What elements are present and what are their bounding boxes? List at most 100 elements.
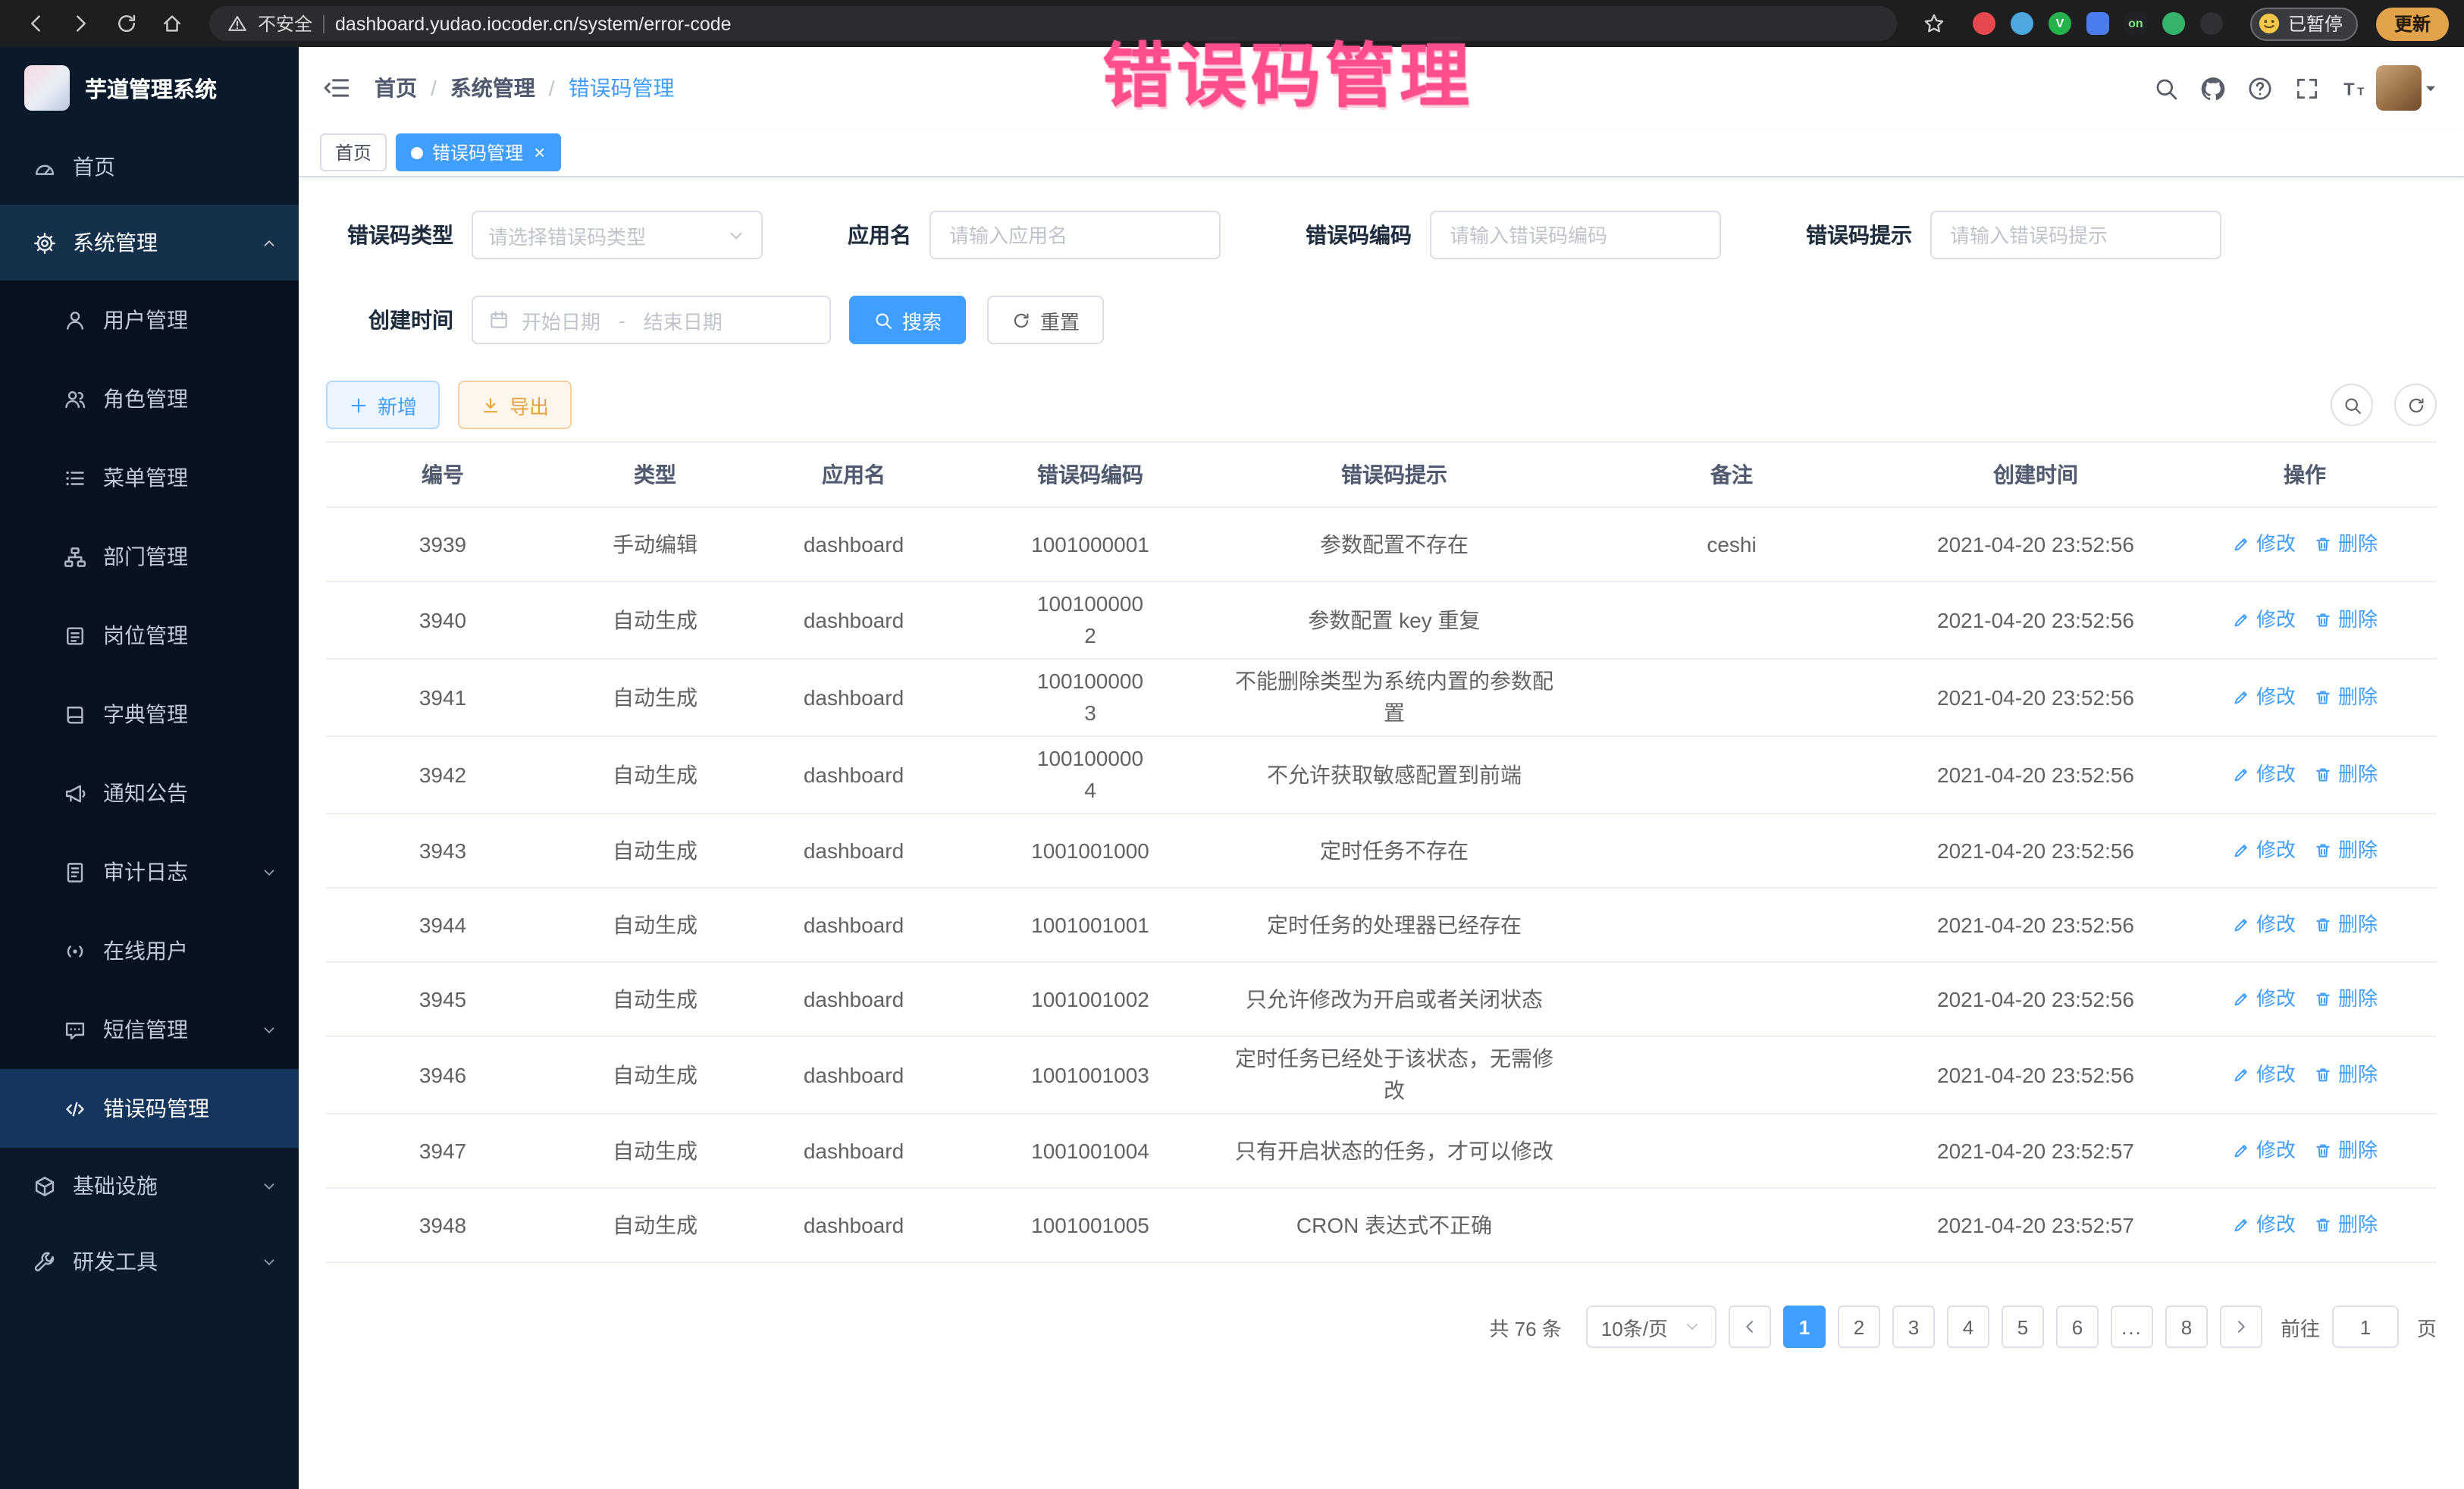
bookmark-button[interactable]: [1915, 4, 1955, 43]
reset-button[interactable]: 重置: [987, 296, 1104, 344]
page-jump-input[interactable]: [2332, 1306, 2399, 1348]
sidebar-item-post[interactable]: 岗位管理: [0, 596, 299, 675]
sidebar-item-sms[interactable]: 短信管理: [0, 990, 299, 1069]
page-5[interactable]: 5: [2002, 1306, 2044, 1348]
page-6[interactable]: 6: [2056, 1306, 2099, 1348]
app-logo[interactable]: 芋道管理系统: [0, 47, 299, 129]
sidebar-item-home[interactable]: 首页: [0, 129, 299, 205]
edit-link[interactable]: 修改: [2232, 911, 2296, 940]
sidebar-item-system[interactable]: 系统管理: [0, 205, 299, 281]
avatar[interactable]: [2376, 65, 2422, 111]
sidebar-item-dev-tool[interactable]: 研发工具: [0, 1224, 299, 1299]
add-button[interactable]: 新增: [326, 381, 440, 429]
sidebar-item-menu[interactable]: 菜单管理: [0, 438, 299, 517]
edit-link[interactable]: 修改: [2232, 836, 2296, 866]
sidebar-item-role[interactable]: 角色管理: [0, 359, 299, 438]
page-3[interactable]: 3: [1892, 1306, 1935, 1348]
pager-more[interactable]: ...: [2111, 1306, 2153, 1348]
ext-icon-check[interactable]: V: [2049, 12, 2071, 35]
page-1[interactable]: 1: [1783, 1306, 1826, 1348]
delete-link[interactable]: 删除: [2314, 1061, 2378, 1090]
page-size-select[interactable]: 10条/页: [1586, 1306, 1716, 1348]
ext-icon-leaf[interactable]: [2162, 12, 2185, 35]
next-page-button[interactable]: [2220, 1306, 2262, 1348]
chevron-down-icon: [261, 864, 277, 880]
ext-icon-pin[interactable]: [2200, 12, 2223, 35]
close-icon[interactable]: ×: [534, 143, 545, 162]
font-size-button[interactable]: TT: [2341, 75, 2367, 101]
edit-link[interactable]: 修改: [2232, 985, 2296, 1014]
edit-icon: [2232, 1142, 2250, 1160]
cell-actions: 修改删除: [2173, 677, 2437, 719]
delete-link[interactable]: 删除: [2314, 1211, 2378, 1240]
delete-link[interactable]: 删除: [2314, 530, 2378, 560]
show-search-button[interactable]: [2331, 384, 2373, 426]
tab-错误码管理[interactable]: 错误码管理×: [396, 133, 560, 171]
ext-icon-translate[interactable]: on: [2124, 12, 2147, 35]
address-bar[interactable]: 不安全 dashboard.yudao.iocoder.cn/system/er…: [209, 6, 1897, 41]
reload-button[interactable]: [106, 4, 146, 43]
sidebar-item-dict[interactable]: 字典管理: [0, 675, 299, 754]
sidebar-item-audit-log[interactable]: 审计日志: [0, 832, 299, 911]
page-2[interactable]: 2: [1838, 1306, 1880, 1348]
date-range-picker[interactable]: 开始日期 - 结束日期: [472, 296, 831, 344]
delete-link[interactable]: 删除: [2314, 606, 2378, 635]
app-name-input[interactable]: [929, 211, 1221, 259]
error-code-input[interactable]: [1430, 211, 1721, 259]
breadcrumb-home[interactable]: 首页: [375, 73, 417, 103]
prev-page-button[interactable]: [1729, 1306, 1771, 1348]
tab-首页[interactable]: 首页: [320, 133, 387, 171]
chevron-down-icon: [261, 1253, 277, 1270]
refresh-table-button[interactable]: [2394, 384, 2437, 426]
delete-link[interactable]: 删除: [2314, 911, 2378, 940]
github-button[interactable]: [2200, 75, 2226, 101]
arrow-left-icon: [1741, 1318, 1759, 1336]
help-button[interactable]: [2247, 75, 2273, 101]
fullscreen-button[interactable]: [2294, 75, 2320, 101]
submenu-system: 用户管理角色管理菜单管理部门管理岗位管理字典管理通知公告审计日志在线用户短信管理…: [0, 281, 299, 1148]
sidebar-item-user[interactable]: 用户管理: [0, 281, 299, 359]
update-button[interactable]: 更新: [2376, 7, 2449, 40]
forward-button[interactable]: [61, 4, 100, 43]
error-hint-input[interactable]: [1930, 211, 2221, 259]
edit-link[interactable]: 修改: [2232, 606, 2296, 635]
home-button[interactable]: [152, 4, 191, 43]
delete-link[interactable]: 删除: [2314, 683, 2378, 713]
delete-icon: [2314, 535, 2332, 553]
breadcrumb-system[interactable]: 系统管理: [450, 73, 535, 103]
edit-link[interactable]: 修改: [2232, 1136, 2296, 1166]
back-button[interactable]: [15, 4, 55, 43]
search-button[interactable]: [2153, 75, 2179, 101]
edit-link[interactable]: 修改: [2232, 683, 2296, 713]
paused-label: 已暂停: [2288, 11, 2343, 36]
ext-icon-drop[interactable]: [2011, 12, 2033, 35]
export-button[interactable]: 导出: [458, 381, 572, 429]
sidebar-item-dept[interactable]: 部门管理: [0, 517, 299, 596]
page-4[interactable]: 4: [1947, 1306, 1989, 1348]
column-header: 操作: [2173, 453, 2437, 497]
edit-link[interactable]: 修改: [2232, 530, 2296, 560]
delete-link[interactable]: 删除: [2314, 760, 2378, 790]
sidebar-item-error-code[interactable]: 错误码管理: [0, 1069, 299, 1148]
sidebar-item-online-user[interactable]: 在线用户: [0, 911, 299, 990]
page-8[interactable]: 8: [2165, 1306, 2208, 1348]
error-type-select[interactable]: 请选择错误码类型: [472, 211, 763, 259]
ext-icon-red[interactable]: [1973, 12, 1995, 35]
delete-link[interactable]: 删除: [2314, 985, 2378, 1014]
sidebar-item-infra[interactable]: 基础设施: [0, 1148, 299, 1224]
column-header: 应用名: [751, 453, 957, 497]
sidebar-item-notice[interactable]: 通知公告: [0, 754, 299, 832]
menu-fold-icon[interactable]: [323, 74, 350, 102]
cell-code: 1001001001: [957, 903, 1224, 947]
edit-link[interactable]: 修改: [2232, 760, 2296, 790]
edit-link[interactable]: 修改: [2232, 1061, 2296, 1090]
ext-icon-grid[interactable]: [2086, 12, 2109, 35]
extensions-area: Von: [1961, 12, 2235, 35]
profile-chip[interactable]: 已暂停: [2250, 7, 2358, 40]
search-button[interactable]: 搜索: [849, 296, 966, 344]
breadcrumb-separator: /: [549, 76, 555, 100]
caret-down-icon[interactable]: [2422, 79, 2440, 97]
delete-link[interactable]: 删除: [2314, 1136, 2378, 1166]
delete-link[interactable]: 删除: [2314, 836, 2378, 866]
edit-link[interactable]: 修改: [2232, 1211, 2296, 1240]
